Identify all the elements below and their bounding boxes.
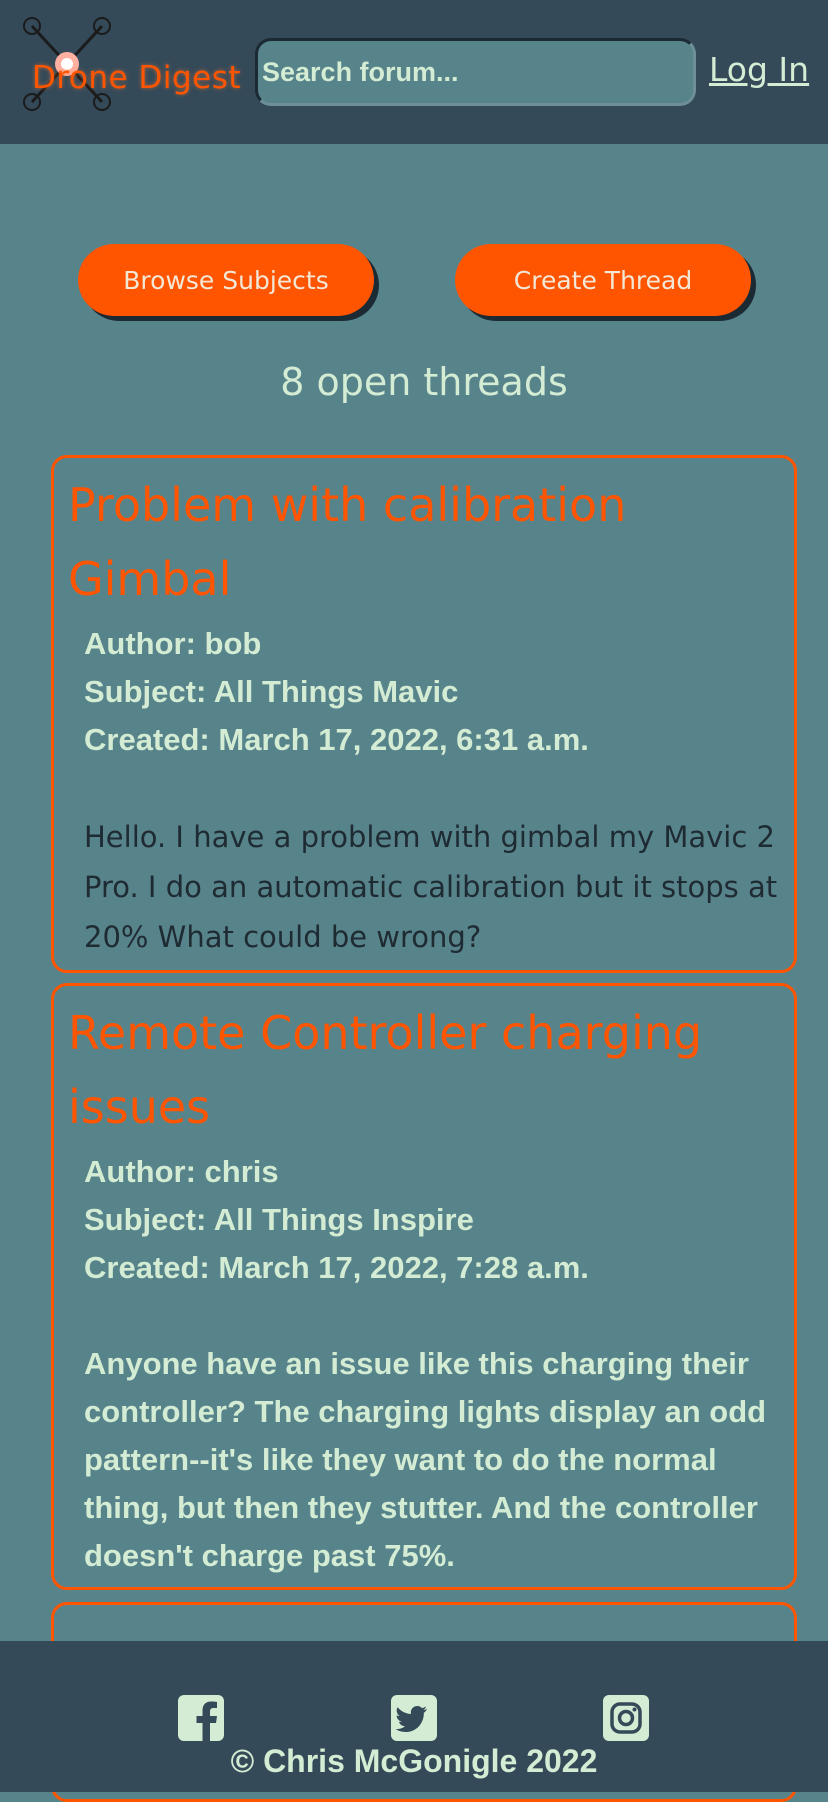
thread-title[interactable]: Remote Controller charging issues bbox=[54, 986, 794, 1144]
copyright-text: © Chris McGonigle 2022 bbox=[230, 1743, 598, 1779]
thread-author: Author: chris bbox=[84, 1154, 279, 1189]
thread-subject: Subject: All Things Inspire bbox=[84, 1202, 474, 1237]
thread-title[interactable]: Problem with calibration Gimbal bbox=[54, 458, 794, 616]
thread-count: 8 open threads bbox=[280, 360, 568, 404]
thread-meta: Author: chris Subject: All Things Inspir… bbox=[54, 1148, 794, 1292]
thread-card: Remote Controller charging issues Author… bbox=[51, 983, 797, 1590]
browse-subjects-button[interactable]: Browse Subjects bbox=[78, 244, 374, 316]
create-thread-button[interactable]: Create Thread bbox=[455, 244, 751, 316]
instagram-icon[interactable] bbox=[603, 1695, 649, 1741]
thread-body: Anyone have an issue like this charging … bbox=[84, 1346, 767, 1573]
thread-created: Created: March 17, 2022, 7:28 a.m. bbox=[84, 1250, 589, 1285]
twitter-icon[interactable] bbox=[391, 1695, 437, 1741]
site-footer: © Chris McGonigle 2022 bbox=[0, 1641, 828, 1792]
thread-author: Author: bob bbox=[84, 626, 262, 661]
thread-body: Hello. I have a problem with gimbal my M… bbox=[84, 820, 778, 954]
logo-text: Drone Digest bbox=[32, 60, 242, 96]
thread-subject: Subject: All Things Mavic bbox=[84, 674, 459, 709]
thread-created: Created: March 17, 2022, 6:31 a.m. bbox=[84, 722, 589, 757]
thread-meta: Author: bob Subject: All Things Mavic Cr… bbox=[54, 620, 794, 764]
thread-card: Problem with calibration Gimbal Author: … bbox=[51, 455, 797, 973]
facebook-icon[interactable] bbox=[178, 1695, 224, 1741]
site-header: Drone Digest Log In bbox=[0, 0, 828, 144]
login-link[interactable]: Log In bbox=[709, 50, 809, 89]
site-logo[interactable]: Drone Digest bbox=[12, 16, 248, 112]
search-input[interactable] bbox=[255, 38, 696, 106]
